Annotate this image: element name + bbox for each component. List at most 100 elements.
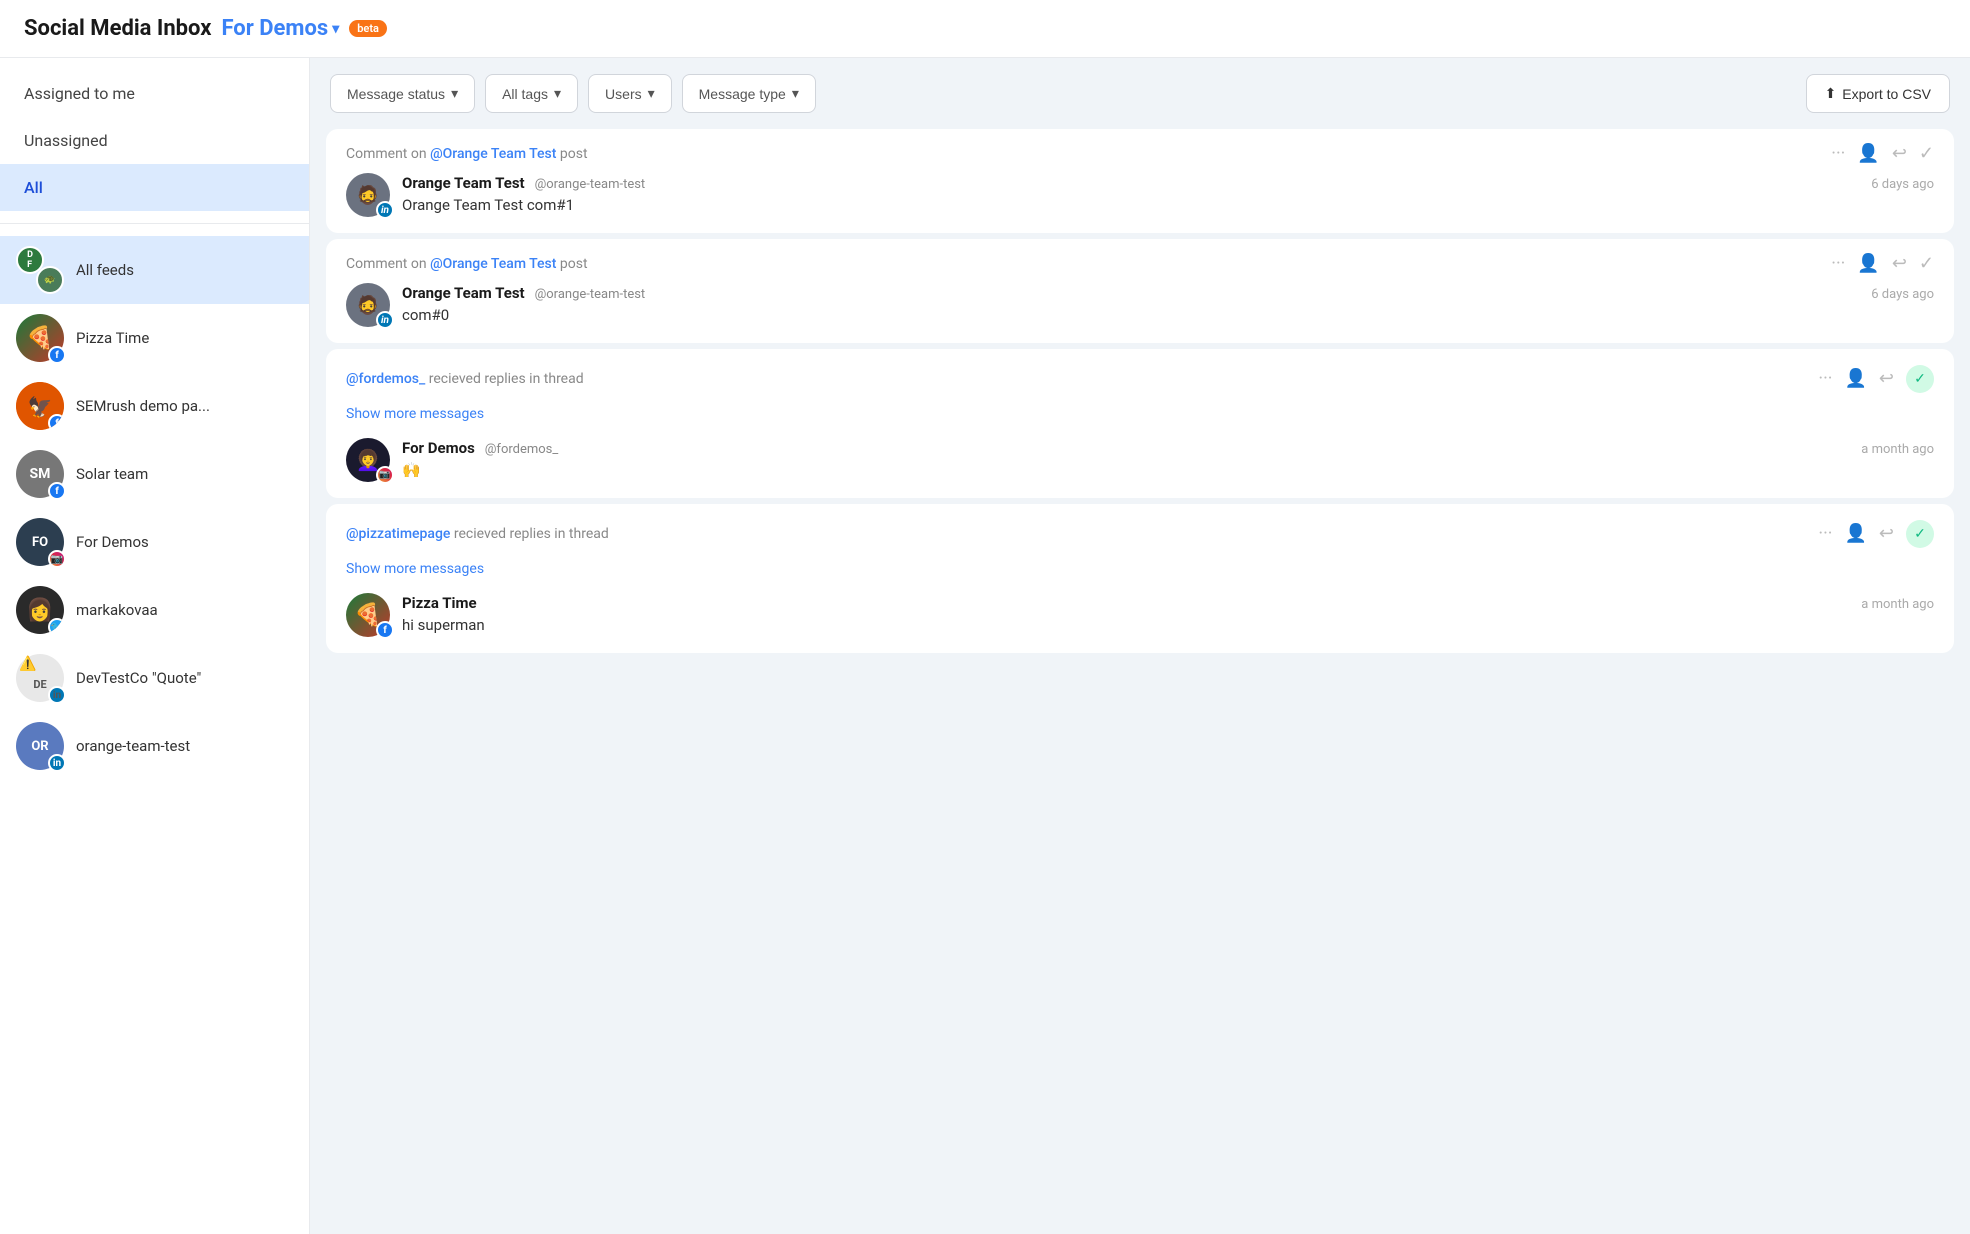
context-link[interactable]: @pizzatimepage — [346, 526, 450, 542]
twitter-badge: 🐦 — [48, 618, 64, 634]
more-options-button[interactable]: ··· — [1818, 525, 1832, 543]
author-row: For Demos @fordemos_ a month ago — [402, 438, 1934, 457]
message-context: @fordemos_ recieved replies in thread — [346, 371, 584, 387]
resolve-button[interactable]: ✓ — [1919, 145, 1934, 163]
context-link[interactable]: @Orange Team Test — [430, 146, 556, 162]
reply-button[interactable]: ↩ — [1892, 145, 1907, 163]
message-card: @pizzatimepage recieved replies in threa… — [326, 504, 1954, 653]
demo-dropdown[interactable]: For Demos ▾ — [221, 16, 339, 41]
message-context: Comment on @Orange Team Test post — [346, 256, 588, 272]
message-content: Orange Team Test @orange-team-test 6 day… — [402, 173, 1934, 214]
message-type-filter[interactable]: Message type ▾ — [682, 74, 816, 113]
sidebar-item-all[interactable]: All — [0, 164, 309, 211]
resolved-button[interactable]: ✓ — [1906, 520, 1934, 548]
app-title: Social Media Inbox — [24, 16, 211, 41]
feed-item-solar-team[interactable]: SM f Solar team — [0, 440, 309, 508]
assign-button[interactable]: 👤 — [1844, 525, 1866, 543]
message-actions: ··· 👤 ↩ ✓ — [1831, 145, 1934, 163]
feed-label-fordemos: For Demos — [76, 533, 149, 551]
author-row: Orange Team Test @orange-team-test 6 day… — [402, 283, 1934, 302]
linkedin-badge: in — [48, 686, 66, 704]
demo-label: For Demos — [221, 16, 328, 41]
sidebar-nav: Assigned to me Unassigned All — [0, 70, 309, 224]
message-body: 👩‍🦱 📷 For Demos @fordemos_ a month ago — [346, 438, 1934, 482]
feed-item-orange-test[interactable]: OR in orange-team-test — [0, 712, 309, 780]
message-actions: ··· 👤 ↩ ✓ — [1831, 255, 1934, 273]
messages-list: Comment on @Orange Team Test post ··· 👤 … — [310, 129, 1970, 1234]
message-actions: ··· 👤 ↩ ✓ — [1818, 365, 1934, 393]
feed-label-solar: Solar team — [76, 465, 148, 483]
more-options-button[interactable]: ··· — [1818, 370, 1832, 388]
message-header: @pizzatimepage recieved replies in threa… — [346, 520, 1934, 548]
orange-test-avatar: OR in — [16, 722, 64, 770]
pizza-time-avatar: 🍕 f — [16, 314, 64, 362]
context-link[interactable]: @Orange Team Test — [430, 256, 556, 272]
author-info: Pizza Time — [402, 593, 483, 612]
message-card: Comment on @Orange Team Test post ··· 👤 … — [326, 129, 1954, 233]
all-feeds-avatar: DF 🐢 — [16, 246, 64, 294]
feed-item-for-demos[interactable]: FO 📷 For Demos — [0, 508, 309, 576]
message-header: @fordemos_ recieved replies in thread ··… — [346, 365, 1934, 393]
message-avatar: 🧔 in — [346, 173, 390, 217]
author-info: For Demos @fordemos_ — [402, 438, 558, 457]
author-row: Pizza Time a month ago — [402, 593, 1934, 612]
message-body: 🧔 in Orange Team Test @orange-team-test … — [346, 283, 1934, 327]
message-context: Comment on @Orange Team Test post — [346, 146, 588, 162]
feed-item-semrush[interactable]: 🦅 f SEMrush demo pa... — [0, 372, 309, 440]
message-header: Comment on @Orange Team Test post ··· 👤 … — [346, 255, 1934, 273]
message-text: Orange Team Test com#1 — [402, 196, 1934, 214]
feed-item-all-feeds[interactable]: DF 🐢 All feeds — [0, 236, 309, 304]
feed-label-pizza: Pizza Time — [76, 329, 149, 347]
filter-bar: Message status ▾ All tags ▾ Users ▾ Mess… — [310, 58, 1970, 129]
message-text: com#0 — [402, 306, 1934, 324]
resolve-button[interactable]: ✓ — [1919, 255, 1934, 273]
message-avatar: 🍕 f — [346, 593, 390, 637]
reply-button[interactable]: ↩ — [1879, 525, 1894, 543]
show-more-messages-link[interactable]: Show more messages — [346, 406, 484, 422]
users-filter[interactable]: Users ▾ — [588, 74, 672, 113]
resolved-button[interactable]: ✓ — [1906, 365, 1934, 393]
author-info: Orange Team Test @orange-team-test — [402, 283, 645, 302]
show-more-container: Show more messages — [346, 403, 1934, 430]
message-card: @fordemos_ recieved replies in thread ··… — [326, 349, 1954, 498]
message-content: For Demos @fordemos_ a month ago 🙌 — [402, 438, 1934, 479]
main-layout: Assigned to me Unassigned All DF 🐢 All f… — [0, 58, 1970, 1234]
linkedin-badge: in — [48, 754, 66, 772]
feed-label-devtest: DevTestCo "Quote" — [76, 669, 201, 687]
solar-team-avatar: SM f — [16, 450, 64, 498]
svg-text:🦅: 🦅 — [28, 395, 53, 419]
show-more-messages-link[interactable]: Show more messages — [346, 561, 484, 577]
markakovaa-avatar: 👩 🐦 — [16, 586, 64, 634]
chevron-down-icon: ▾ — [554, 85, 561, 102]
assign-button[interactable]: 👤 — [1857, 255, 1879, 273]
all-tags-filter[interactable]: All tags ▾ — [485, 74, 578, 113]
feed-item-devtest[interactable]: ⚠️ DE in DevTestCo "Quote" — [0, 644, 309, 712]
beta-badge: beta — [349, 20, 387, 37]
assign-button[interactable]: 👤 — [1844, 370, 1866, 388]
assign-button[interactable]: 👤 — [1857, 145, 1879, 163]
sidebar-feeds: DF 🐢 All feeds 🍕 f Pizza Time — [0, 224, 309, 792]
feed-item-markakovaa[interactable]: 👩 🐦 markakovaa — [0, 576, 309, 644]
more-options-button[interactable]: ··· — [1831, 255, 1845, 273]
linkedin-badge: in — [376, 201, 394, 219]
facebook-badge: f — [48, 414, 64, 430]
message-body: 🍕 f Pizza Time a month ago h — [346, 593, 1934, 637]
message-text: 🙌 — [402, 461, 1934, 479]
reply-button[interactable]: ↩ — [1879, 370, 1894, 388]
instagram-badge: 📷 — [376, 466, 394, 484]
instagram-badge: 📷 — [48, 550, 66, 568]
facebook-badge: f — [376, 621, 394, 639]
sidebar-item-unassigned[interactable]: Unassigned — [0, 117, 309, 164]
author-info: Orange Team Test @orange-team-test — [402, 173, 645, 192]
message-body: 🧔 in Orange Team Test @orange-team-test … — [346, 173, 1934, 217]
sidebar-item-assigned[interactable]: Assigned to me — [0, 70, 309, 117]
message-status-filter[interactable]: Message status ▾ — [330, 74, 475, 113]
linkedin-badge: in — [376, 311, 394, 329]
feed-label-markakovaa: markakovaa — [76, 601, 158, 619]
export-csv-button[interactable]: ⬆ Export to CSV — [1806, 74, 1950, 113]
context-link[interactable]: @fordemos_ — [346, 371, 425, 387]
reply-button[interactable]: ↩ — [1892, 255, 1907, 273]
feed-label-semrush: SEMrush demo pa... — [76, 397, 210, 415]
feed-item-pizza-time[interactable]: 🍕 f Pizza Time — [0, 304, 309, 372]
more-options-button[interactable]: ··· — [1831, 145, 1845, 163]
